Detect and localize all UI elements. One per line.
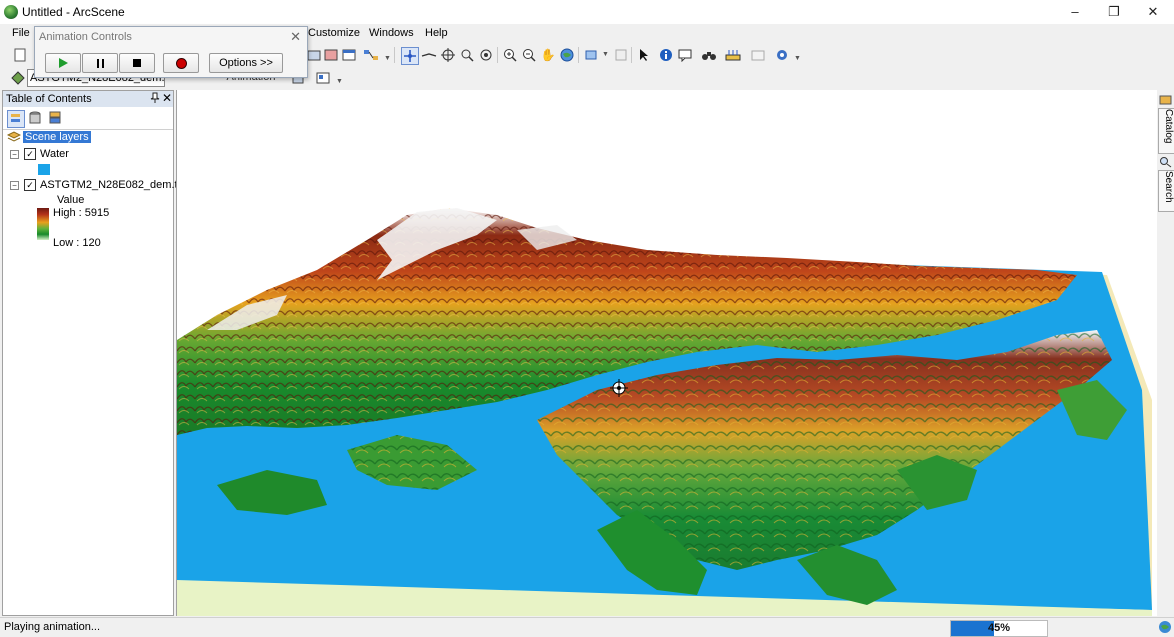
dem-color-ramp[interactable] [37, 208, 49, 240]
pause-icon [96, 58, 104, 68]
menu-help[interactable]: Help [425, 27, 448, 39]
right-dock: Catalog Search [1157, 90, 1174, 616]
scene-layers-icon [6, 131, 22, 146]
measure-icon[interactable] [725, 47, 741, 63]
record-icon [175, 57, 187, 69]
window-title: Untitled - ArcScene [22, 5, 125, 19]
list-by-visibility-icon[interactable] [47, 110, 63, 126]
zoom-to-target-icon[interactable] [459, 47, 475, 63]
add-data-icon[interactable] [306, 47, 322, 63]
search-icon[interactable] [1159, 156, 1172, 168]
restore-button[interactable]: ❐ [1094, 2, 1134, 22]
status-text: Playing animation... [4, 621, 100, 633]
select-elements-arrow-icon[interactable] [636, 47, 652, 63]
toolbar-separator [631, 47, 632, 63]
water-symbol-swatch[interactable] [38, 164, 50, 175]
toc-toolbar [3, 107, 173, 130]
identify-icon[interactable] [658, 47, 674, 63]
set-observer-icon[interactable] [478, 47, 494, 63]
pin-icon[interactable] [150, 92, 160, 107]
dem-high-label: High : 5915 [53, 207, 110, 219]
layer-diamond-icon [10, 70, 26, 86]
arcscene-globe-icon [4, 5, 18, 19]
play-icon [58, 58, 68, 68]
toc-title: Table of Contents [6, 93, 92, 105]
find-binoculars-icon[interactable] [701, 47, 717, 63]
search-tab[interactable]: Search [1158, 170, 1174, 212]
dropdown-arrow-icon[interactable]: ▼ [602, 50, 609, 60]
new-document-icon[interactable] [12, 47, 28, 63]
close-button[interactable]: ✕ [1133, 2, 1173, 22]
toc-close-icon[interactable]: ✕ [162, 91, 172, 105]
toolbar-separator [578, 47, 579, 63]
status-bar: Playing animation... 45% [0, 617, 1174, 637]
collapse-dem-icon[interactable]: − [10, 181, 19, 190]
scene-view[interactable] [176, 90, 1157, 616]
menu-customize[interactable]: Customize [308, 27, 360, 39]
globe-status-icon [1158, 620, 1172, 634]
progress-label: 45% [987, 622, 1011, 634]
scene-layers-root[interactable]: Scene layers [23, 131, 91, 143]
navigate-icon[interactable] [401, 47, 419, 65]
time-slider-icon[interactable] [750, 47, 766, 63]
catalog-icon[interactable] [1159, 94, 1172, 106]
dem-layer-name[interactable]: ASTGTM2_N28E082_dem.tif [40, 179, 183, 191]
catalog-tab[interactable]: Catalog [1158, 108, 1174, 154]
scene-properties-icon[interactable] [341, 47, 357, 63]
clear-selection-icon[interactable] [613, 47, 629, 63]
full-extent-globe-icon[interactable] [559, 47, 575, 63]
list-by-drawing-order-icon[interactable] [7, 110, 25, 128]
dem-visibility-checkbox[interactable]: ✓ [24, 179, 36, 191]
dem-legend-field: Value [57, 194, 85, 206]
scene-tools-gear-icon[interactable] [774, 47, 790, 63]
animation-controls-close-icon[interactable]: ✕ [290, 29, 301, 45]
table-of-contents-panel: Table of Contents ✕ Scene layers − ✓ Wat… [2, 90, 183, 616]
minimize-button[interactable]: – [1055, 2, 1095, 22]
stop-button[interactable] [119, 53, 155, 73]
zoom-in-icon[interactable] [502, 47, 518, 63]
menu-windows[interactable]: Windows [369, 27, 414, 39]
dropdown-arrow-icon[interactable]: ▼ [794, 54, 801, 64]
dropdown-arrow-icon[interactable]: ▼ [384, 54, 391, 64]
toc-header: Table of Contents ✕ [3, 91, 173, 107]
layer-properties-icon[interactable] [323, 47, 339, 63]
animation-controls-icon[interactable] [315, 70, 331, 86]
select-features-icon[interactable] [584, 47, 600, 63]
list-by-source-icon[interactable] [27, 110, 43, 126]
pan-hand-icon[interactable]: ✋ [540, 47, 556, 63]
model-builder-icon[interactable] [363, 47, 379, 63]
fly-icon[interactable] [421, 47, 437, 63]
toolbar-separator [497, 47, 498, 63]
play-button[interactable] [45, 53, 81, 73]
collapse-water-icon[interactable]: − [10, 150, 19, 159]
target-center-icon[interactable] [440, 47, 456, 63]
pause-button[interactable] [82, 53, 118, 73]
terrain-render [177, 208, 1152, 616]
toolbar-separator [394, 47, 395, 63]
menu-file[interactable]: File [12, 27, 30, 39]
title-bar: Untitled - ArcScene – ❐ ✕ [0, 0, 1174, 24]
animation-controls-dialog: Animation Controls ✕ Options >> [34, 26, 308, 78]
dem-low-label: Low : 120 [53, 237, 101, 249]
animation-controls-title: Animation Controls [39, 31, 132, 43]
html-popup-icon[interactable] [677, 47, 693, 63]
water-layer-name[interactable]: Water [40, 148, 69, 160]
stop-icon [133, 59, 141, 67]
record-button[interactable] [163, 53, 199, 73]
dropdown-arrow-icon[interactable]: ▼ [336, 77, 343, 87]
zoom-out-icon[interactable] [521, 47, 537, 63]
water-visibility-checkbox[interactable]: ✓ [24, 148, 36, 160]
animation-progress-bar: 45% [950, 620, 1048, 637]
options-button[interactable]: Options >> [209, 53, 283, 73]
